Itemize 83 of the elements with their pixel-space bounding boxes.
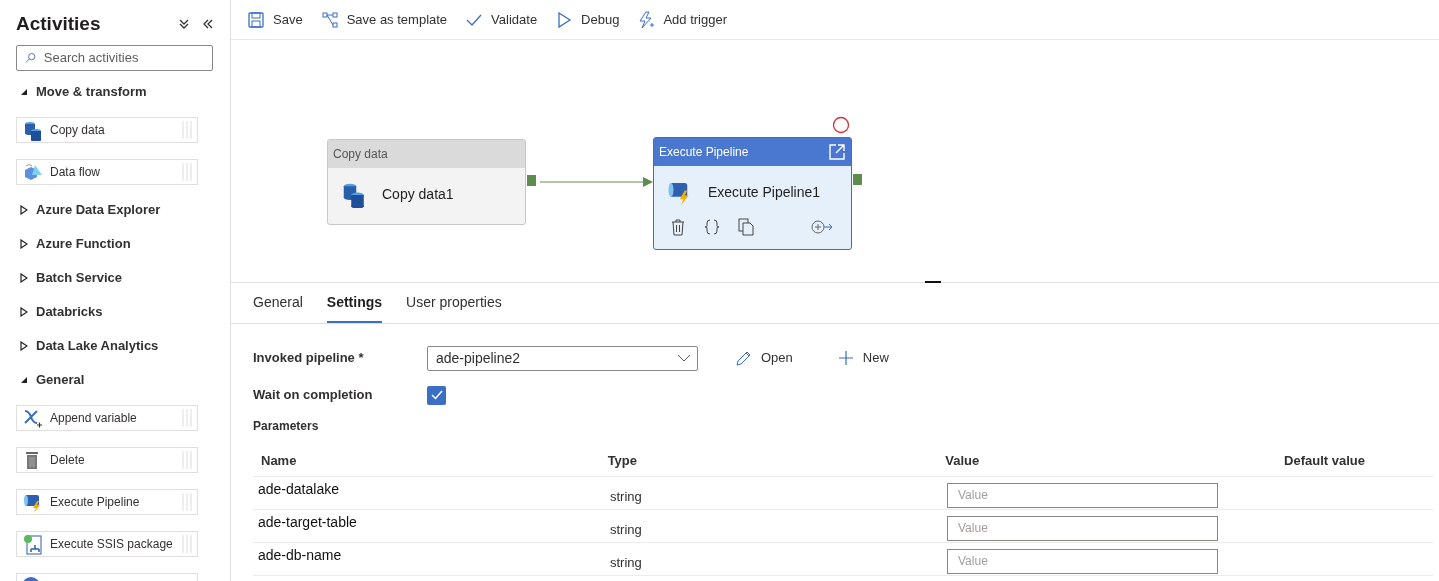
collapse-all-icon bbox=[178, 18, 190, 31]
package-icon bbox=[22, 532, 44, 555]
output-port[interactable] bbox=[527, 175, 536, 186]
braces-icon bbox=[704, 218, 720, 236]
field-label: Invoked pipeline * bbox=[253, 349, 365, 368]
group-header[interactable]: Move & transform bbox=[16, 74, 214, 109]
expanded-triangle-icon bbox=[20, 375, 28, 384]
group-header[interactable]: Data Lake Analytics bbox=[16, 328, 214, 363]
drag-handle-icon bbox=[181, 161, 193, 182]
collapsed-triangle-icon bbox=[20, 272, 28, 283]
copy-icon bbox=[738, 218, 754, 236]
collapsed-triangle-icon bbox=[20, 204, 28, 215]
drag-handle-icon bbox=[181, 533, 193, 554]
table-cell: string bbox=[610, 489, 642, 504]
activity-item[interactable]: Data flow bbox=[16, 158, 198, 185]
save-icon bbox=[247, 10, 265, 29]
drag-handle-icon bbox=[181, 119, 193, 140]
collapsed-triangle-icon bbox=[20, 306, 28, 317]
table-cell: ade-target-table bbox=[258, 514, 357, 530]
tab[interactable]: Settings bbox=[326, 292, 383, 323]
checkmark-icon bbox=[429, 388, 444, 402]
table-cell: ade-db-name bbox=[258, 547, 342, 563]
tab[interactable]: General bbox=[253, 292, 303, 323]
panel-title: Activities bbox=[16, 12, 101, 36]
plus-icon bbox=[836, 349, 855, 367]
activity-item[interactable]: Execute Pipeline bbox=[16, 488, 198, 515]
table-cell: string bbox=[610, 522, 642, 537]
field-label: Wait on completion bbox=[253, 386, 374, 405]
chevron-down-icon bbox=[677, 353, 691, 363]
table-cell: ade-datalake bbox=[258, 481, 339, 497]
search-icon bbox=[25, 51, 36, 64]
template-icon bbox=[320, 10, 339, 29]
pipeline-dropdown[interactable]: ade-pipeline2 bbox=[427, 345, 698, 371]
error-circle-icon bbox=[832, 116, 850, 134]
group-header[interactable]: General bbox=[16, 362, 214, 397]
node-type-label: Execute Pipeline bbox=[659, 144, 749, 161]
checkbox[interactable] bbox=[427, 385, 446, 405]
action-button[interactable]: Open bbox=[735, 348, 793, 368]
add-output-icon bbox=[811, 219, 833, 235]
group-header[interactable]: Azure Function bbox=[16, 226, 214, 261]
value-field[interactable]: Value bbox=[947, 548, 1218, 574]
double-chevron-left-icon bbox=[202, 18, 214, 31]
tab[interactable]: User properties bbox=[406, 292, 502, 323]
activity-item[interactable]: Delete bbox=[16, 446, 198, 473]
drag-handle-icon bbox=[181, 491, 193, 512]
trash-icon bbox=[670, 218, 686, 236]
expanded-triangle-icon bbox=[20, 87, 28, 96]
activity-node[interactable]: Execute Pipeline Execute Pipeline1 bbox=[653, 137, 852, 250]
column-header: Value bbox=[945, 451, 981, 470]
value-field[interactable]: Value bbox=[947, 482, 1218, 508]
pencil-icon bbox=[735, 349, 753, 367]
activity-item[interactable]: Execute SSIS package bbox=[16, 530, 198, 557]
action-button[interactable]: New bbox=[836, 348, 889, 368]
group-header[interactable]: Azure Data Explorer bbox=[16, 192, 214, 227]
column-header: Type bbox=[607, 451, 639, 470]
column-header: Name bbox=[261, 451, 298, 470]
activity-node[interactable]: Copy data Copy data1 bbox=[327, 139, 526, 225]
group-header[interactable]: Databricks bbox=[16, 294, 214, 329]
node-name: Copy data1 bbox=[382, 184, 454, 204]
group-header[interactable]: Batch Service bbox=[16, 260, 214, 295]
drag-handle-icon bbox=[181, 407, 193, 428]
resize-handle[interactable] bbox=[925, 281, 941, 283]
node-name: Execute Pipeline1 bbox=[708, 182, 821, 202]
search-field[interactable]: Search activities bbox=[16, 44, 213, 71]
activity-item[interactable]: Copy data bbox=[16, 116, 198, 143]
toolbar-button[interactable]: Debug bbox=[555, 3, 620, 36]
toolbar-button[interactable]: Save bbox=[247, 3, 303, 36]
drag-handle-icon bbox=[181, 449, 193, 470]
collapsed-triangle-icon bbox=[20, 340, 28, 351]
search-input[interactable]: Search activities bbox=[43, 47, 204, 68]
collapsed-triangle-icon bbox=[20, 238, 28, 249]
column-header: Default value bbox=[1284, 451, 1366, 470]
toolbar-button[interactable]: Validate bbox=[465, 3, 538, 36]
open-external-icon bbox=[828, 143, 846, 161]
toolbar-button[interactable]: Save as template bbox=[320, 3, 448, 36]
activity-item[interactable]: Append variable bbox=[16, 404, 198, 431]
table-cell: string bbox=[610, 555, 642, 570]
section-title: Parameters bbox=[253, 418, 320, 435]
toolbar-button[interactable]: Add trigger bbox=[637, 3, 727, 36]
output-port[interactable] bbox=[853, 174, 862, 185]
value-field[interactable]: Value bbox=[947, 515, 1218, 541]
node-type-label: Copy data bbox=[333, 146, 388, 163]
lightning-icon bbox=[637, 10, 656, 29]
